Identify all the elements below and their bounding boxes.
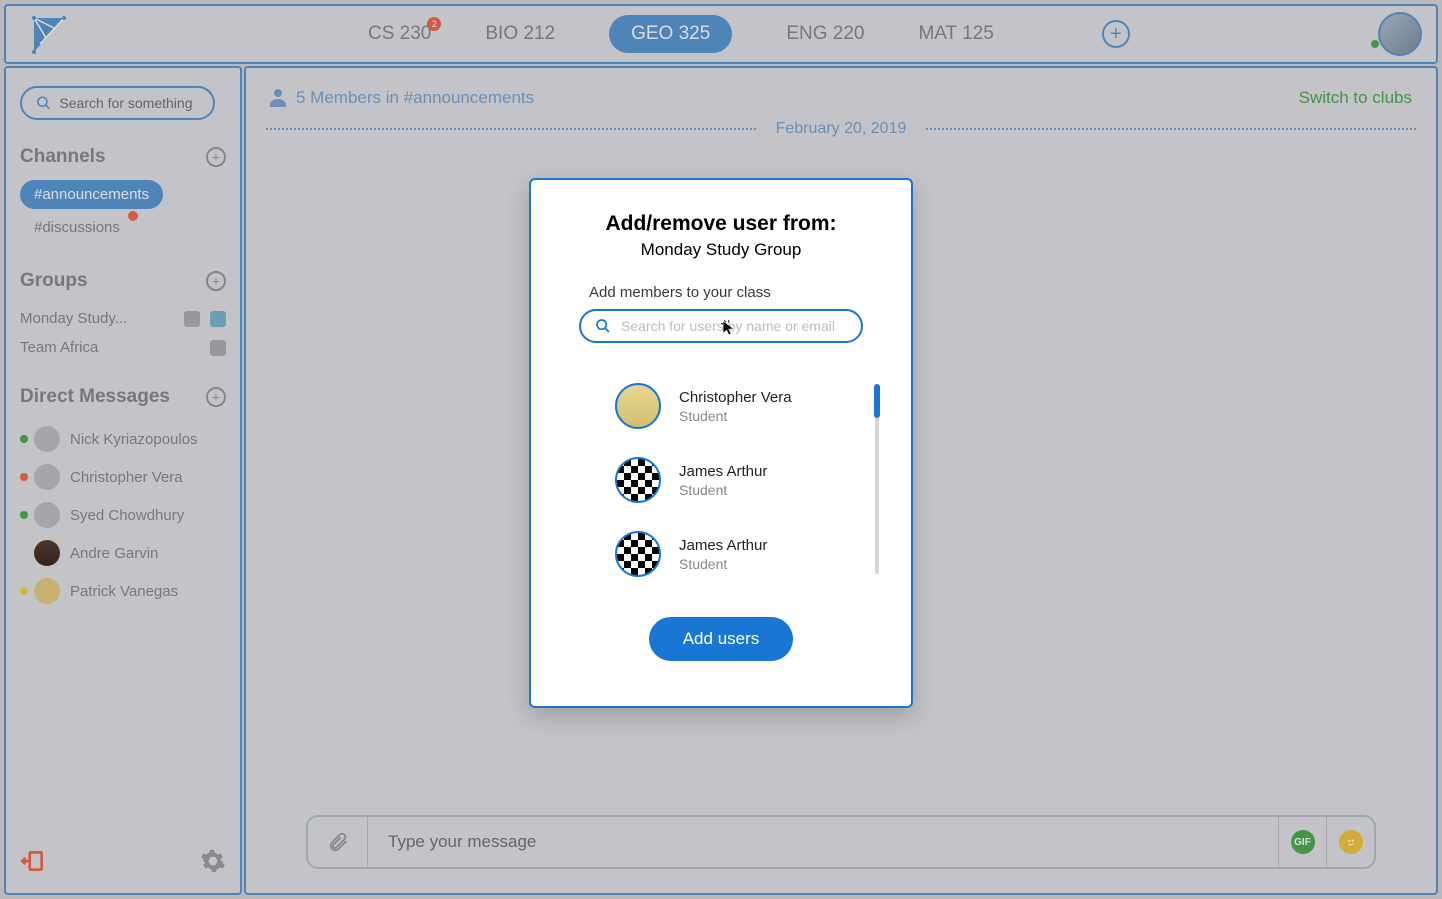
date-divider: February 20, 2019 — [246, 120, 1436, 138]
channels-header: Channels — [20, 146, 106, 168]
message-input[interactable] — [368, 832, 1278, 852]
logout-button[interactable] — [20, 848, 46, 879]
class-tab-geo325[interactable]: GEO 325 — [609, 15, 732, 53]
user-avatar — [615, 531, 661, 577]
avatar — [34, 540, 60, 566]
switch-to-clubs-link[interactable]: Switch to clubs — [1299, 88, 1412, 108]
dms-section: Direct Messages + Nick Kyriazopoulos Chr… — [20, 386, 226, 610]
search-placeholder: Search for users by name or email — [621, 318, 835, 334]
class-tab-eng220[interactable]: ENG 220 — [786, 23, 864, 45]
group-member-icon — [184, 311, 200, 327]
avatar — [34, 502, 60, 528]
top-nav: CS 230 2 BIO 212 GEO 325 ENG 220 MAT 125… — [4, 4, 1438, 64]
dm-syed[interactable]: Syed Chowdhury — [20, 496, 226, 534]
user-search[interactable]: Search for users by name or email — [579, 309, 863, 343]
modal-title: Add/remove user from: — [605, 212, 836, 236]
channels-section: Channels + #announcements #discussions — [20, 146, 226, 246]
dm-christopher[interactable]: Christopher Vera — [20, 458, 226, 496]
scrollbar-thumb[interactable] — [874, 384, 880, 418]
status-dot — [20, 587, 28, 595]
class-label: CS 230 — [368, 23, 431, 44]
sidebar: Channels + #announcements #discussions G… — [4, 66, 242, 895]
notification-dot — [128, 211, 138, 221]
class-label: BIO 212 — [485, 23, 555, 44]
channel-member-info[interactable]: 5 Members in #announcements — [270, 88, 534, 108]
avatar — [34, 464, 60, 490]
status-dot — [20, 549, 28, 557]
user-row[interactable]: James ArthurStudent — [615, 531, 911, 577]
modal-subtitle: Monday Study Group — [641, 240, 802, 260]
scrollbar[interactable] — [875, 384, 879, 574]
add-group-button[interactable]: + — [206, 271, 226, 291]
gif-button[interactable]: GIF — [1278, 817, 1326, 867]
class-tabs: CS 230 2 BIO 212 GEO 325 ENG 220 MAT 125… — [368, 15, 1130, 53]
avatar — [34, 578, 60, 604]
class-tab-mat125[interactable]: MAT 125 — [918, 23, 993, 45]
search-input[interactable] — [59, 95, 199, 111]
status-dot — [20, 435, 28, 443]
user-row[interactable]: James ArthurStudent — [615, 457, 911, 503]
group-add-member-icon[interactable] — [210, 311, 226, 327]
modal-label: Add members to your class — [589, 284, 771, 301]
group-monday-study[interactable]: Monday Study... — [20, 304, 226, 333]
class-label: MAT 125 — [918, 23, 993, 44]
message-composer: GIF — [306, 815, 1376, 869]
dm-andre[interactable]: Andre Garvin — [20, 534, 226, 572]
person-icon — [270, 89, 286, 107]
presence-indicator — [1371, 40, 1379, 48]
group-label: Team Africa — [20, 339, 98, 356]
date-label: February 20, 2019 — [776, 120, 907, 138]
add-channel-button[interactable]: + — [206, 147, 226, 167]
notification-badge: 2 — [427, 17, 441, 31]
class-label: ENG 220 — [786, 23, 864, 44]
user-avatar — [615, 457, 661, 503]
emoji-button[interactable] — [1326, 817, 1374, 867]
group-label: Monday Study... — [20, 310, 127, 327]
dm-nick[interactable]: Nick Kyriazopoulos — [20, 420, 226, 458]
status-dot — [20, 511, 28, 519]
dms-header: Direct Messages — [20, 386, 170, 408]
user-avatar[interactable] — [1378, 12, 1422, 56]
class-tab-cs230[interactable]: CS 230 2 — [368, 23, 431, 45]
app-logo[interactable] — [28, 14, 68, 54]
user-list: Christopher VeraStudent James ArthurStud… — [531, 383, 911, 605]
search-icon — [36, 94, 51, 112]
groups-section: Groups + Monday Study... Team Africa — [20, 270, 226, 362]
avatar — [34, 426, 60, 452]
group-member-icon — [210, 340, 226, 356]
user-row[interactable]: Christopher VeraStudent — [615, 383, 911, 429]
channel-discussions[interactable]: #discussions — [20, 213, 134, 242]
class-tab-bio212[interactable]: BIO 212 — [485, 23, 555, 45]
attach-button[interactable] — [308, 817, 368, 867]
add-users-button[interactable]: Add users — [649, 617, 794, 661]
class-label: GEO 325 — [631, 23, 710, 44]
channel-announcements[interactable]: #announcements — [20, 180, 163, 209]
user-avatar — [615, 383, 661, 429]
settings-button[interactable] — [200, 848, 226, 879]
dm-patrick[interactable]: Patrick Vanegas — [20, 572, 226, 610]
add-class-button[interactable]: + — [1102, 20, 1130, 48]
groups-header: Groups — [20, 270, 88, 292]
add-dm-button[interactable]: + — [206, 387, 226, 407]
search-icon — [595, 318, 611, 334]
group-team-africa[interactable]: Team Africa — [20, 333, 226, 362]
sidebar-search[interactable] — [20, 86, 215, 120]
status-dot — [20, 473, 28, 481]
add-remove-user-modal: Add/remove user from: Monday Study Group… — [529, 178, 913, 708]
